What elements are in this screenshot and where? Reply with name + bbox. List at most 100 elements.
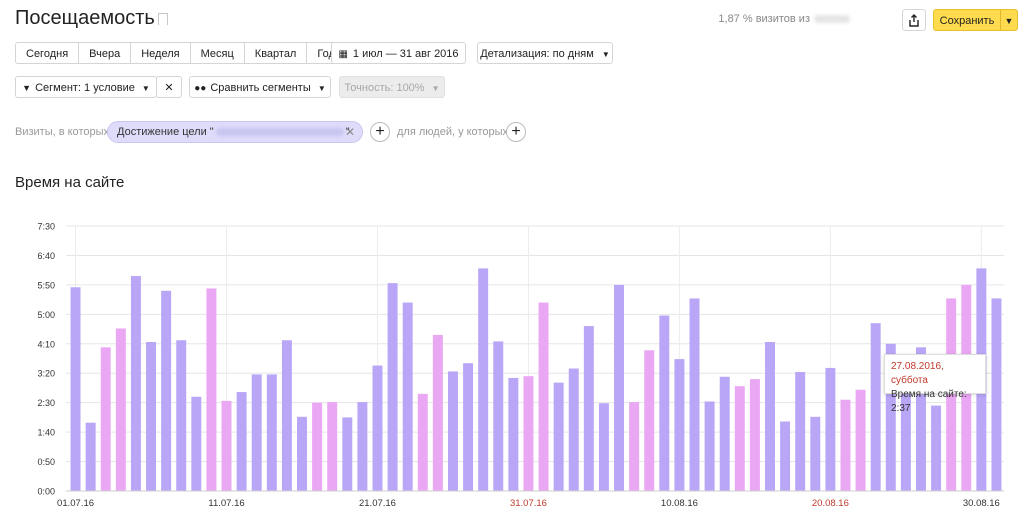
accuracy-label: Точность: 100% [344, 82, 425, 94]
chart-bar [659, 315, 670, 491]
y-tick-label: 7:30 [37, 222, 55, 232]
chart-bar [780, 421, 791, 491]
close-icon[interactable]: ✕ [345, 122, 355, 142]
add-people-condition-button[interactable]: + [506, 122, 526, 142]
compare-icon: ●● [194, 83, 207, 94]
chart-bar [493, 341, 504, 491]
y-tick-label: 6:40 [37, 251, 55, 261]
share-icon [909, 14, 919, 27]
chart-bar [931, 405, 942, 491]
segment-label: Сегмент: 1 условие [35, 82, 135, 94]
y-tick-label: 2:30 [37, 398, 55, 408]
x-tick-label: 30.08.16 [963, 498, 1000, 509]
chart-bar [206, 288, 217, 491]
period-month[interactable]: Месяц [189, 42, 245, 64]
chart-bar [644, 350, 655, 491]
chart-bar [146, 342, 157, 491]
visits-share-label: 1,87 % визитов из [718, 13, 810, 25]
chart-bar [372, 365, 383, 491]
chart-bar [598, 403, 609, 491]
y-tick-label: 1:40 [37, 428, 55, 438]
chart-tooltip: 27.08.2016, суббота Время на сайте: 2:37 [884, 354, 986, 414]
tooltip-date: 27.08.2016, суббота [891, 361, 944, 386]
calendar-icon: ▦ [338, 49, 348, 60]
x-tick-label: 31.07.16 [510, 498, 547, 509]
period-yesterday[interactable]: Вчера [78, 42, 132, 64]
compare-label: Сравнить сегменты [210, 82, 311, 94]
segment-clear-button[interactable]: ✕ [156, 76, 182, 98]
save-button[interactable]: Сохранить ▼ [933, 9, 1018, 31]
chart-bar [825, 367, 836, 491]
detail-dropdown[interactable]: Детализация: по дням ▼ [477, 42, 613, 64]
y-tick-label: 3:20 [37, 369, 55, 379]
close-icon: ✕ [164, 82, 174, 94]
chart-bar [176, 340, 187, 491]
chart-bar [85, 422, 96, 491]
chart-bar [734, 386, 745, 491]
compare-segments-dropdown[interactable]: ●● Сравнить сегменты ▼ [189, 76, 331, 98]
chart-bar [583, 326, 594, 491]
tooltip-value: Время на сайте: 2:37 [891, 389, 967, 414]
detail-label: Детализация: по дням [480, 48, 594, 60]
period-today[interactable]: Сегодня [15, 42, 80, 64]
chart-bar [629, 402, 640, 491]
chart-bar [281, 340, 292, 491]
accuracy-dropdown[interactable]: Точность: 100% ▼ [339, 76, 445, 98]
chart-bar [70, 287, 81, 491]
chart-bar [447, 371, 458, 491]
chart-bar [568, 368, 579, 491]
goal-filter-chip[interactable]: Достижение цели " " ✕ [107, 121, 363, 143]
chart-bar [508, 377, 519, 491]
chart-bar [357, 402, 368, 491]
chart-bar [115, 328, 126, 491]
chart-bar [749, 379, 760, 491]
visits-filter-label: Визиты, в которых [15, 126, 109, 138]
date-range-button[interactable]: ▦ 1 июл — 31 авг 2016 [331, 42, 466, 64]
segment-dropdown[interactable]: ▼ Сегмент: 1 условие ▼ [15, 76, 157, 98]
chart-bar [432, 334, 443, 491]
save-button-label: Сохранить [934, 10, 1001, 30]
chevron-down-icon: ▼ [601, 50, 610, 59]
chart-bar [674, 359, 685, 491]
chart-bar [387, 283, 398, 491]
share-button[interactable] [902, 9, 926, 31]
chart-bar [297, 416, 307, 491]
x-tick-label: 10.08.16 [661, 498, 698, 509]
period-week[interactable]: Неделя [130, 42, 191, 64]
y-tick-label: 0:00 [37, 487, 55, 497]
chart-bar [614, 284, 625, 491]
bookmark-icon[interactable] [158, 13, 168, 29]
chart-bar [478, 268, 489, 491]
time-on-site-chart: 0:00 0:50 1:40 2:30 3:20 4:10 5:00 5:50 6:40 7:30… [37, 222, 1004, 509]
x-tick-label: 21.07.16 [359, 498, 396, 509]
chart-bar [191, 396, 202, 491]
chart-bar [402, 302, 413, 491]
y-tick-label: 0:50 [37, 457, 55, 467]
chart-bar [991, 298, 1002, 491]
chevron-down-icon: ▼ [317, 84, 326, 93]
chart-title: Время на сайте [15, 174, 125, 191]
chart-bar [719, 376, 730, 491]
period-selector: Сегодня Вчера Неделя Месяц Квартал Год [15, 42, 346, 64]
chart-bar [840, 399, 851, 491]
people-filter-label: для людей, у которых [397, 126, 508, 138]
x-tick-label: 01.07.16 [57, 498, 94, 509]
goal-prefix: Достижение цели " [117, 126, 214, 138]
page-title: Посещаемость [15, 7, 155, 29]
period-quarter[interactable]: Квартал [243, 42, 308, 64]
y-tick-label: 5:00 [37, 310, 55, 320]
chart-bar [100, 347, 111, 491]
chart-bar [810, 416, 821, 491]
chart-bar [417, 393, 428, 491]
chevron-down-icon: ▼ [141, 84, 150, 93]
redacted-goal-name [215, 128, 344, 137]
chart-bar [855, 389, 866, 491]
chart-bar [251, 374, 262, 491]
y-tick-label: 5:50 [37, 280, 55, 290]
visits-share-text: 1,87 % визитов из [718, 13, 850, 25]
chart-bar [236, 392, 247, 491]
chevron-down-icon[interactable]: ▼ [1001, 10, 1017, 30]
filter-icon: ▼ [22, 83, 32, 93]
chevron-down-icon: ▼ [431, 84, 440, 93]
add-visit-condition-button[interactable]: + [370, 122, 390, 142]
